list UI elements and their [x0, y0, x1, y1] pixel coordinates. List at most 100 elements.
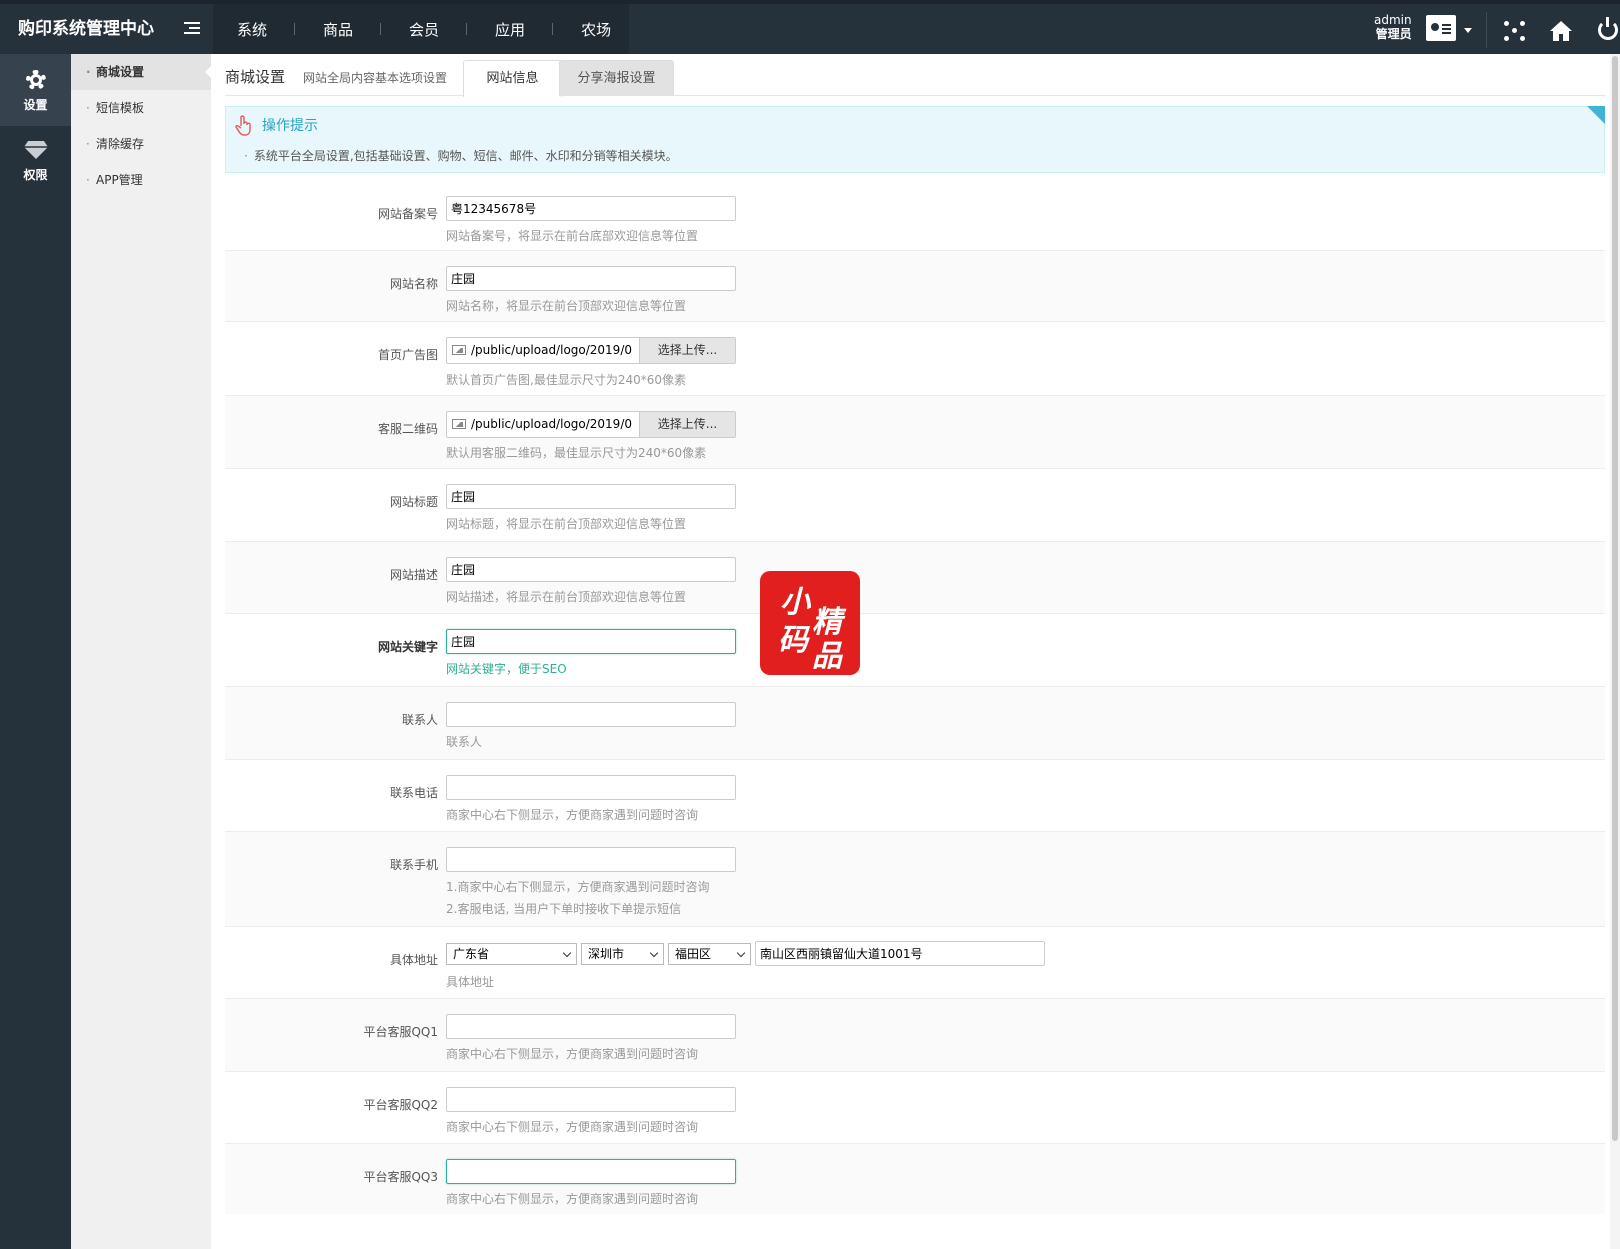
qq1-input[interactable] [446, 1014, 736, 1039]
submenu-label: 清除缓存 [96, 137, 145, 151]
chevron-down-icon [649, 948, 659, 957]
home-ad-upload-button[interactable]: 选择上传... [639, 338, 735, 363]
tips-text: 系统平台全局设置,包括基础设置、购物、短信、邮件、水印和分销等相关模块。 [244, 147, 678, 164]
tab-site-info[interactable]: 网站信息 [463, 60, 562, 97]
field-hint: 网站名称，将显示在前台顶部欢迎信息等位置 [446, 299, 687, 313]
tips-panel: 操作提示 系统平台全局设置,包括基础设置、购物、短信、邮件、水印和分销等相关模块… [225, 106, 1605, 173]
home-icon[interactable] [1549, 19, 1573, 43]
top-bar: 购印系统管理中心 系统 商品 会员 应用 农场 admin 管理员 [0, 0, 1620, 54]
service-qr-upload[interactable]: /public/upload/logo/2019/0 选择上传... [446, 411, 736, 438]
site-name-input[interactable] [446, 266, 736, 291]
scrollbar-thumb[interactable] [1612, 56, 1618, 1141]
top-nav-item-farm[interactable]: 农场 [581, 19, 611, 40]
page-title: 商城设置 [225, 68, 286, 86]
gear-icon [24, 68, 48, 92]
field-label: 网站标题 [389, 495, 438, 509]
iconbar-item-settings[interactable]: 设置 [0, 54, 71, 126]
address-detail-input[interactable] [755, 941, 1045, 966]
form-row-mobile: 联系手机 1.商家中心右下侧显示，方便商家遇到问题时咨询 2.客服电话, 当用户… [225, 832, 1605, 927]
province-select[interactable]: 广东省 [446, 942, 577, 965]
collapse-corner-icon[interactable] [1587, 106, 1605, 124]
submenu: 商城设置 短信模板 清除缓存 APP管理 [71, 54, 211, 1249]
phone-input[interactable] [446, 775, 736, 800]
form-row-site-title: 网站标题 网站标题，将显示在前台顶部欢迎信息等位置 [225, 469, 1605, 542]
city-value: 深圳市 [588, 946, 625, 961]
app-title: 购印系统管理中心 [18, 19, 154, 39]
field-hint: 默认用客服二维码，最佳显示尺寸为240*60像素 [446, 446, 707, 460]
form-row-home-ad: 首页广告图 /public/upload/logo/2019/0 选择上传...… [225, 322, 1605, 396]
top-nav: 系统 商品 会员 应用 农场 [213, 4, 630, 54]
chevron-down-icon [736, 948, 746, 957]
form-row-address: 具体地址 广东省 深圳市 福田区 具体地址 [225, 927, 1605, 999]
field-label: 平台客服QQ3 [363, 1170, 438, 1184]
settings-form: 网站备案号 网站备案号，将显示在前台底部欢迎信息等位置 网站名称 网站名称，将显… [225, 181, 1605, 1214]
power-icon[interactable] [1598, 17, 1618, 40]
submenu-item-sms-templates[interactable]: 短信模板 [71, 90, 211, 126]
form-row-phone: 联系电话 商家中心右下侧显示，方便商家遇到问题时咨询 [225, 760, 1605, 832]
network-icon[interactable] [1504, 20, 1526, 42]
field-hint: 2.客服电话, 当用户下单时接收下单提示短信 [446, 902, 682, 916]
top-nav-item-members[interactable]: 会员 [409, 19, 468, 40]
contact-input[interactable] [446, 702, 736, 727]
submenu-item-mall-settings[interactable]: 商城设置 [71, 54, 211, 90]
site-title-input[interactable] [446, 484, 736, 509]
service-qr-upload-button[interactable]: 选择上传... [639, 412, 735, 437]
brand: 购印系统管理中心 [0, 4, 213, 54]
main-content: 商城设置 网站全局内容基本选项设置 网站信息 分享海报设置 操作提示 系统平台全… [225, 54, 1605, 1214]
top-nav-item-apps[interactable]: 应用 [495, 19, 554, 40]
field-label: 网站名称 [389, 277, 438, 291]
submenu-item-clear-cache[interactable]: 清除缓存 [71, 126, 211, 162]
hand-pointer-icon [235, 115, 251, 136]
watermark-seal: 小 精 码 品 [760, 571, 860, 675]
user-role: 管理员 [1375, 27, 1412, 41]
top-nav-item-system[interactable]: 系统 [237, 19, 296, 40]
field-hint: 网站描述，将显示在前台顶部欢迎信息等位置 [446, 590, 687, 604]
field-hint: 网站关键字，便于SEO [446, 662, 567, 676]
field-hint: 具体地址 [446, 975, 495, 989]
mobile-input[interactable] [446, 847, 736, 872]
chevron-down-icon [562, 948, 572, 957]
seal-char: 码 [778, 623, 808, 658]
district-select[interactable]: 福田区 [668, 942, 751, 965]
field-label: 网站备案号 [377, 207, 438, 221]
iconbar-item-permissions[interactable]: 权限 [0, 126, 71, 198]
image-icon [447, 412, 471, 437]
city-select[interactable]: 深圳市 [581, 942, 664, 965]
top-nav-item-goods[interactable]: 商品 [323, 19, 382, 40]
qq2-input[interactable] [446, 1087, 736, 1112]
form-row-qq1: 平台客服QQ1 商家中心右下侧显示，方便商家遇到问题时咨询 [225, 999, 1605, 1072]
user-name: admin [1374, 13, 1412, 27]
field-hint: 网站标题，将显示在前台顶部欢迎信息等位置 [446, 517, 687, 531]
icp-input[interactable] [446, 196, 736, 221]
field-hint: 商家中心右下侧显示，方便商家遇到问题时咨询 [446, 1047, 699, 1061]
form-row-site-keywords: 网站关键字 网站关键字，便于SEO [225, 614, 1605, 687]
tips-title: 操作提示 [262, 118, 318, 134]
form-row-icp: 网站备案号 网站备案号，将显示在前台底部欢迎信息等位置 [225, 181, 1605, 251]
tab-share-poster[interactable]: 分享海报设置 [559, 60, 674, 96]
form-row-site-desc: 网站描述 网站描述，将显示在前台顶部欢迎信息等位置 [225, 542, 1605, 614]
divider [1486, 12, 1487, 48]
field-hint: 1.商家中心右下侧显示，方便商家遇到问题时咨询 [446, 880, 710, 894]
chevron-down-icon[interactable] [1464, 28, 1472, 33]
seal-char: 品 [812, 639, 842, 674]
contact-card-icon[interactable] [1426, 15, 1456, 41]
field-hint: 商家中心右下侧显示，方便商家遇到问题时咨询 [446, 1120, 699, 1134]
site-desc-input[interactable] [446, 557, 736, 582]
user-info[interactable]: admin 管理员 [1374, 13, 1412, 41]
field-hint: 联系人 [446, 735, 483, 749]
home-ad-upload[interactable]: /public/upload/logo/2019/0 选择上传... [446, 337, 736, 364]
qq3-input[interactable] [446, 1159, 736, 1184]
field-hint: 商家中心右下侧显示，方便商家遇到问题时咨询 [446, 808, 699, 822]
field-label: 联系人 [401, 713, 438, 727]
submenu-label: 短信模板 [96, 101, 145, 115]
field-label: 联系电话 [389, 786, 438, 800]
diamond-icon [23, 141, 48, 159]
menu-toggle-icon[interactable] [184, 22, 200, 36]
form-row-service-qr: 客服二维码 /public/upload/logo/2019/0 选择上传...… [225, 396, 1605, 469]
field-label: 平台客服QQ1 [363, 1025, 438, 1039]
submenu-item-app-management[interactable]: APP管理 [71, 162, 211, 198]
site-keywords-input[interactable] [446, 629, 736, 654]
form-row-site-name: 网站名称 网站名称，将显示在前台顶部欢迎信息等位置 [225, 251, 1605, 322]
iconbar-label: 权限 [23, 168, 48, 182]
field-label: 首页广告图 [377, 348, 438, 362]
